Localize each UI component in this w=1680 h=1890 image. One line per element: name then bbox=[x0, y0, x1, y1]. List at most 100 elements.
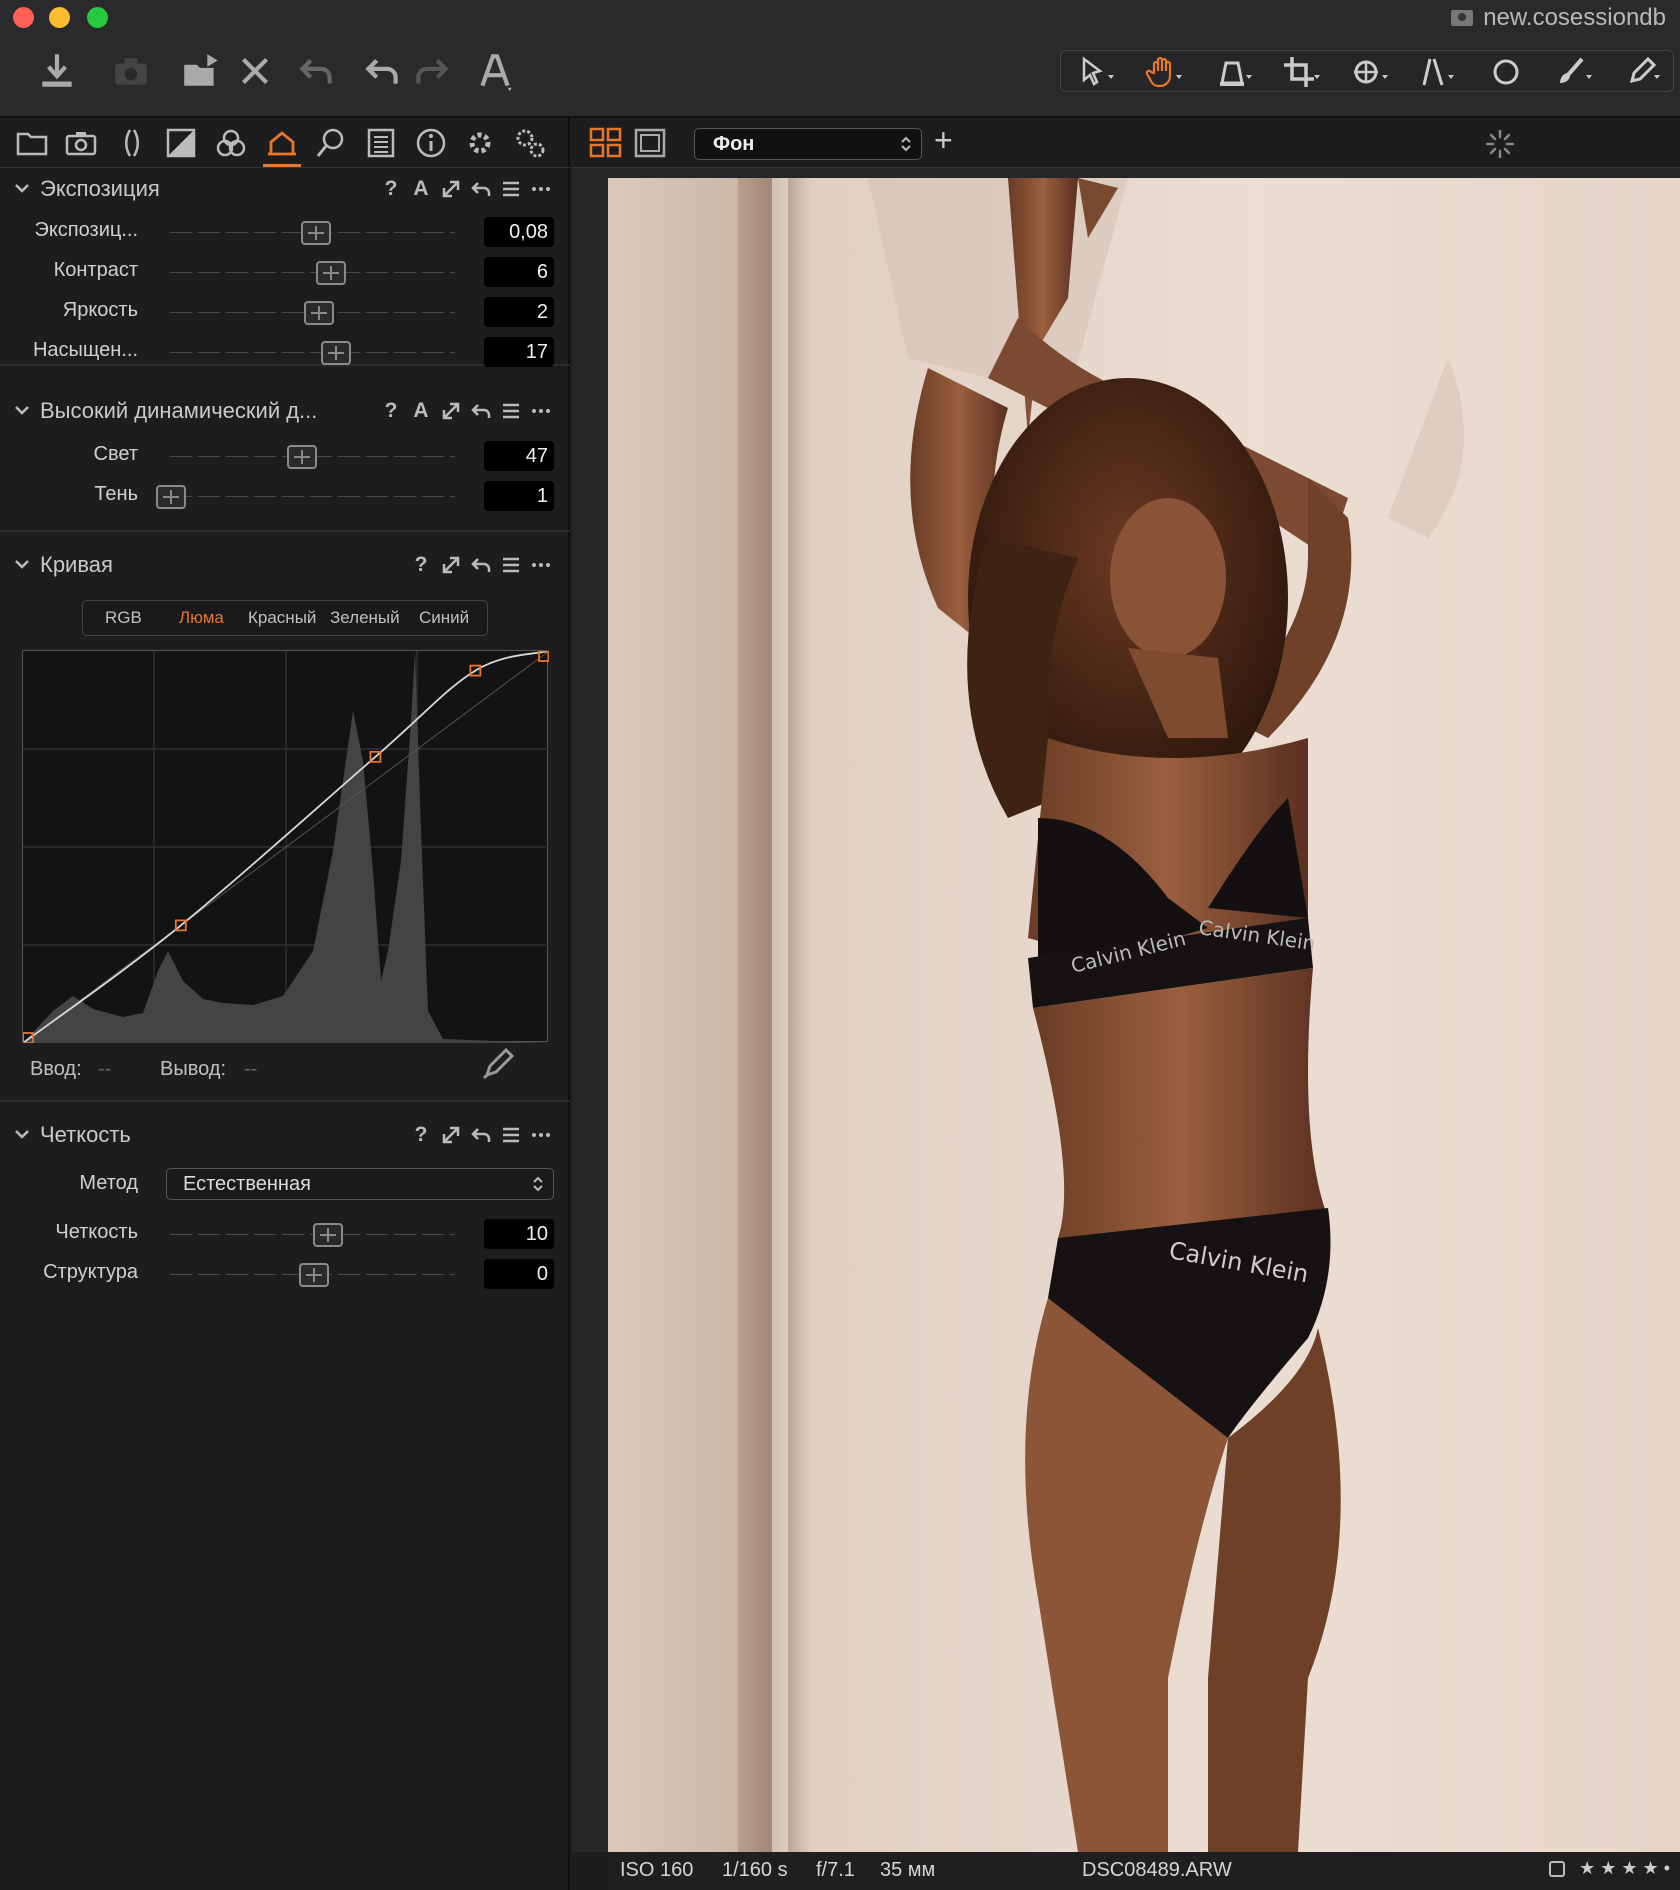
slider-track[interactable] bbox=[170, 496, 455, 497]
straighten-icon[interactable] bbox=[1409, 54, 1467, 90]
slider-thumb[interactable] bbox=[315, 261, 346, 285]
open-folder-icon[interactable] bbox=[174, 44, 228, 98]
slider-thumb[interactable] bbox=[298, 1263, 329, 1287]
import-icon[interactable] bbox=[30, 44, 84, 98]
crop-icon[interactable] bbox=[1273, 54, 1331, 90]
reset-icon[interactable] bbox=[470, 1122, 492, 1148]
star-rating[interactable]: ★ ★ ★ ★ • bbox=[1579, 1858, 1670, 1879]
circle-mask-icon[interactable] bbox=[1477, 54, 1535, 90]
library-icon[interactable] bbox=[12, 124, 52, 162]
more-icon[interactable] bbox=[530, 1122, 552, 1148]
curve-editor[interactable] bbox=[22, 650, 549, 1043]
slider-value-field[interactable]: 0 bbox=[484, 1259, 554, 1289]
layer-select[interactable]: Фон bbox=[694, 128, 922, 160]
chevron-down-icon[interactable] bbox=[12, 178, 32, 198]
slider-value-field[interactable]: 17 bbox=[484, 337, 554, 367]
viewer-toolbar: Фон + bbox=[572, 118, 1680, 168]
presets-menu-icon[interactable] bbox=[500, 398, 522, 424]
tab-rgb[interactable]: RGB bbox=[105, 608, 142, 628]
rating-control[interactable]: ★ ★ ★ ★ • bbox=[1549, 1858, 1670, 1879]
slider-value-field[interactable]: 6 bbox=[484, 257, 554, 287]
tab-red[interactable]: Красный bbox=[248, 608, 316, 628]
image-viewer[interactable]: Calvin Klein Calvin Klein Calvin Klein bbox=[572, 168, 1680, 1852]
adjustments-icon[interactable] bbox=[460, 124, 500, 162]
help-icon[interactable]: ? bbox=[380, 398, 402, 424]
rotate-icon[interactable] bbox=[1341, 54, 1399, 90]
tab-green[interactable]: Зеленый bbox=[330, 608, 400, 628]
chevron-down-icon[interactable] bbox=[12, 400, 32, 420]
clarity-header[interactable]: Четкость ? bbox=[0, 1114, 570, 1156]
slider-thumb[interactable] bbox=[312, 1223, 343, 1247]
slider-value-field[interactable]: 1 bbox=[484, 481, 554, 511]
exposure-icon[interactable] bbox=[161, 124, 201, 162]
photo-preview[interactable]: Calvin Klein Calvin Klein Calvin Klein bbox=[608, 178, 1680, 1852]
select-cursor-icon[interactable] bbox=[1069, 54, 1127, 90]
stamp-icon[interactable] bbox=[1205, 54, 1263, 90]
reset-icon[interactable] bbox=[470, 398, 492, 424]
details-icon[interactable] bbox=[311, 124, 351, 162]
presets-menu-icon[interactable] bbox=[500, 1122, 522, 1148]
curve-graph[interactable] bbox=[23, 651, 549, 1043]
lens-icon[interactable] bbox=[112, 124, 152, 162]
reset-icon[interactable] bbox=[470, 176, 492, 202]
color-icon[interactable] bbox=[211, 124, 251, 162]
window-maximize-button[interactable] bbox=[87, 7, 108, 28]
more-icon[interactable] bbox=[530, 552, 552, 578]
slider-thumb[interactable] bbox=[287, 445, 318, 469]
help-icon[interactable]: ? bbox=[410, 1122, 432, 1148]
undo-all-icon[interactable] bbox=[290, 44, 344, 98]
select-checkbox[interactable] bbox=[1549, 1860, 1566, 1877]
slider-thumb[interactable] bbox=[304, 301, 335, 325]
curve-header[interactable]: Кривая ? bbox=[0, 544, 570, 586]
slider-thumb[interactable] bbox=[301, 221, 332, 245]
capture-icon[interactable] bbox=[61, 124, 101, 162]
method-select[interactable]: Естественная bbox=[166, 1168, 554, 1200]
more-icon[interactable] bbox=[530, 176, 552, 202]
redo-icon[interactable] bbox=[404, 44, 458, 98]
tab-luma[interactable]: Люма bbox=[179, 608, 224, 628]
settings-icon[interactable] bbox=[510, 124, 550, 162]
slider-value-field[interactable]: 2 bbox=[484, 297, 554, 327]
copy-apply-icon[interactable] bbox=[440, 1122, 462, 1148]
copy-apply-icon[interactable] bbox=[440, 398, 462, 424]
undo-icon[interactable] bbox=[356, 44, 410, 98]
brush-icon[interactable] bbox=[1545, 54, 1603, 90]
presets-menu-icon[interactable] bbox=[500, 176, 522, 202]
auto-icon[interactable]: A bbox=[410, 398, 432, 424]
metadata-icon[interactable] bbox=[361, 124, 401, 162]
camera-icon[interactable] bbox=[104, 44, 158, 98]
info-icon[interactable] bbox=[411, 124, 451, 162]
delete-icon[interactable] bbox=[228, 44, 282, 98]
curve-picker-icon[interactable] bbox=[478, 1044, 518, 1084]
reset-icon[interactable] bbox=[470, 552, 492, 578]
eyedropper-icon[interactable] bbox=[1613, 54, 1671, 90]
window-minimize-button[interactable] bbox=[49, 7, 70, 28]
curve-adjust-icon[interactable] bbox=[262, 124, 302, 162]
hdr-header[interactable]: Высокий динамический д... ? A bbox=[0, 390, 570, 432]
slider-value-field[interactable]: 10 bbox=[484, 1219, 554, 1249]
chevron-down-icon[interactable] bbox=[12, 554, 32, 574]
copy-apply-icon[interactable] bbox=[440, 552, 462, 578]
chevron-down-icon[interactable] bbox=[12, 1124, 32, 1144]
pan-hand-icon[interactable] bbox=[1137, 54, 1195, 90]
slider-value-field[interactable]: 0,08 bbox=[484, 217, 554, 247]
copy-apply-icon[interactable] bbox=[440, 176, 462, 202]
slider-value-field[interactable]: 47 bbox=[484, 441, 554, 471]
auto-icon[interactable]: A bbox=[410, 176, 432, 202]
photo-image: Calvin Klein Calvin Klein Calvin Klein bbox=[608, 178, 1680, 1852]
tab-blue[interactable]: Синий bbox=[419, 608, 469, 628]
slider-thumb[interactable] bbox=[321, 341, 352, 365]
window-close-button[interactable] bbox=[13, 7, 34, 28]
exposure-header[interactable]: Экспозиция ? A bbox=[0, 168, 570, 210]
help-icon[interactable]: ? bbox=[380, 176, 402, 202]
text-icon[interactable] bbox=[468, 44, 522, 98]
more-icon[interactable] bbox=[530, 398, 552, 424]
add-layer-button[interactable]: + bbox=[934, 122, 953, 159]
slider-thumb[interactable] bbox=[156, 485, 186, 509]
help-icon[interactable]: ? bbox=[410, 552, 432, 578]
single-view-icon[interactable] bbox=[632, 126, 668, 160]
slider-track[interactable] bbox=[170, 272, 455, 273]
slider-track[interactable] bbox=[170, 352, 455, 353]
presets-menu-icon[interactable] bbox=[500, 552, 522, 578]
multi-view-icon[interactable] bbox=[588, 126, 624, 160]
